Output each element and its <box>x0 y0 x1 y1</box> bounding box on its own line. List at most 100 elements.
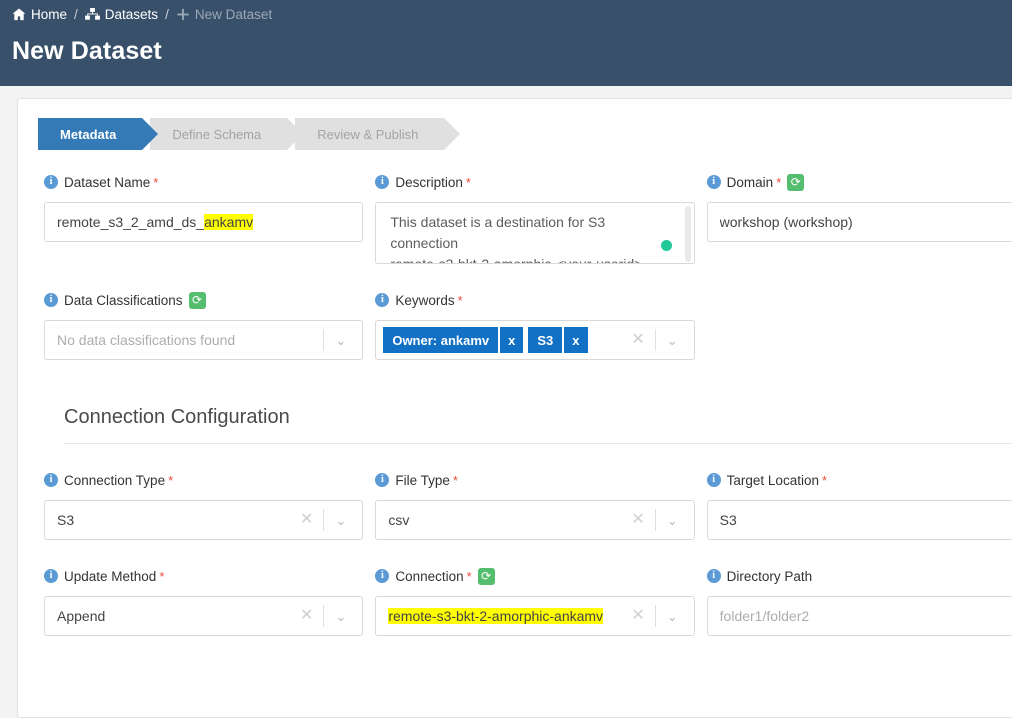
data-classifications-select[interactable]: No data classifications found ⌄ <box>44 320 364 360</box>
info-icon[interactable]: i <box>706 473 721 487</box>
directory-path-placeholder: folder1/folder2 <box>719 608 810 624</box>
label-text-keywords: Keywords <box>395 292 455 308</box>
label-text-dataset-name: Dataset Name <box>64 174 151 190</box>
plus-icon <box>176 8 190 21</box>
remove-keyword-icon[interactable]: x <box>564 327 588 353</box>
label-connection: i Connection * ⟳ <box>375 566 694 586</box>
form-row-3: i Connection Type * S3 ✕ ⌄ i File Type * <box>44 470 1012 540</box>
datasets-icon <box>84 8 100 21</box>
description-line-1: This dataset is a destination for S3 con… <box>390 214 606 251</box>
domain-select[interactable]: workshop (workshop) <box>706 202 1012 242</box>
field-description: i Description * This dataset is a destin… <box>375 172 695 264</box>
field-connection-type: i Connection Type * S3 ✕ ⌄ <box>44 470 364 540</box>
info-icon[interactable]: i <box>375 473 390 487</box>
required-marker: * <box>466 568 472 584</box>
info-icon[interactable]: i <box>44 473 58 487</box>
remove-keyword-icon[interactable]: x <box>500 327 524 353</box>
info-icon[interactable]: i <box>375 293 390 307</box>
info-icon[interactable]: i <box>375 569 390 583</box>
file-type-value: csv <box>388 512 410 528</box>
field-spacer <box>707 290 1012 360</box>
page-title: New Dataset <box>12 37 162 65</box>
form-row-2: i Data Classifications ⟳ No data classif… <box>44 290 1012 360</box>
label-domain: i Domain * ⟳ <box>706 172 1012 192</box>
step-review-publish[interactable]: Review & Publish <box>295 118 461 150</box>
description-textarea[interactable]: This dataset is a destination for S3 con… <box>375 202 695 264</box>
breadcrumb-label-datasets: Datasets <box>104 7 159 22</box>
keywords-multiselect[interactable]: Owner: ankamv x S3 x ✕ ⌄ <box>375 320 695 360</box>
breadcrumb-label-home: Home <box>31 7 68 22</box>
keyword-tag: Owner: ankamv x <box>383 327 524 353</box>
clear-icon[interactable]: ✕ <box>292 608 321 624</box>
chevron-down-icon[interactable]: ⌄ <box>326 334 352 347</box>
app-header: Home / Datasets / New Dataset New Datase… <box>0 0 1012 86</box>
description-scrollbar[interactable] <box>684 206 691 262</box>
refresh-icon[interactable]: ⟳ <box>787 173 805 191</box>
field-file-type: i File Type * csv ✕ ⌄ <box>375 470 695 540</box>
field-directory-path: i Directory Path folder1/folder2 <box>706 566 1012 636</box>
label-update-method: i Update Method * <box>44 566 363 586</box>
clear-icon[interactable]: ✕ <box>292 512 321 528</box>
chevron-down-icon[interactable]: ⌄ <box>326 610 352 623</box>
clear-icon[interactable]: ✕ <box>623 512 652 528</box>
required-marker: * <box>153 174 159 190</box>
label-text-data-classifications: Data Classifications <box>64 292 183 308</box>
info-icon[interactable]: i <box>706 569 721 583</box>
control-divider <box>323 509 325 531</box>
control-divider <box>323 329 325 351</box>
info-icon[interactable]: i <box>44 569 58 583</box>
field-data-classifications: i Data Classifications ⟳ No data classif… <box>44 290 364 360</box>
keyword-tag-label: S3 <box>528 327 563 353</box>
chevron-down-icon[interactable]: ⌄ <box>326 514 352 527</box>
label-description: i Description * <box>375 172 694 192</box>
refresh-icon[interactable]: ⟳ <box>188 291 206 309</box>
chevron-down-icon[interactable]: ⌄ <box>658 334 684 347</box>
field-domain: i Domain * ⟳ workshop (workshop) <box>706 172 1012 264</box>
control-divider <box>323 605 325 627</box>
step-label-review-publish: Review & Publish <box>317 126 419 142</box>
connection-value: remote-s3-bkt-2-amorphic-ankamv <box>388 608 623 624</box>
label-text-target-location: Target Location <box>726 472 819 488</box>
breadcrumb: Home / Datasets / New Dataset <box>12 0 1000 26</box>
control-divider <box>654 605 656 627</box>
control-divider <box>654 329 656 351</box>
dataset-name-value: remote_s3_2_amd_ds_ankamv <box>57 214 352 230</box>
step-define-schema[interactable]: Define Schema <box>150 118 304 150</box>
step-metadata[interactable]: Metadata <box>38 118 159 150</box>
label-connection-type: i Connection Type * <box>44 470 363 490</box>
wizard-stepper: Metadata Define Schema Review & Publish <box>38 118 1012 150</box>
clear-icon[interactable]: ✕ <box>623 608 652 624</box>
info-icon[interactable]: i <box>375 175 390 189</box>
chevron-down-icon[interactable]: ⌄ <box>658 514 684 527</box>
breadcrumb-item-home[interactable]: Home <box>12 7 67 22</box>
required-marker: * <box>821 472 828 488</box>
dataset-name-input[interactable]: remote_s3_2_amd_ds_ankamv <box>44 202 364 242</box>
connection-configuration-section: Connection Configuration <box>64 406 1012 444</box>
label-text-directory-path: Directory Path <box>726 568 813 584</box>
keyword-tag-label: Owner: ankamv <box>383 327 499 353</box>
refresh-icon[interactable]: ⟳ <box>477 567 495 585</box>
field-update-method: i Update Method * Append ✕ ⌄ <box>44 566 364 636</box>
breadcrumb-item-new-dataset: New Dataset <box>176 7 272 22</box>
step-label-metadata: Metadata <box>60 126 117 142</box>
directory-path-input[interactable]: folder1/folder2 <box>706 596 1012 636</box>
data-classifications-value: No data classifications found <box>57 332 236 348</box>
file-type-select[interactable]: csv ✕ ⌄ <box>375 500 695 540</box>
info-icon[interactable]: i <box>44 175 58 189</box>
connection-type-select[interactable]: S3 ✕ ⌄ <box>44 500 364 540</box>
clear-icon[interactable]: ✕ <box>623 332 652 348</box>
connection-select[interactable]: remote-s3-bkt-2-amorphic-ankamv ✕ ⌄ <box>375 596 695 636</box>
info-icon[interactable]: i <box>44 293 58 307</box>
update-method-select[interactable]: Append ✕ ⌄ <box>44 596 364 636</box>
form-row-1: i Dataset Name * remote_s3_2_amd_ds_anka… <box>44 172 1012 264</box>
target-location-input[interactable]: S3 <box>706 500 1012 540</box>
label-target-location: i Target Location * <box>706 470 1012 490</box>
info-icon[interactable]: i <box>706 175 721 189</box>
label-text-domain: Domain <box>726 174 774 190</box>
chevron-down-icon[interactable]: ⌄ <box>658 610 684 623</box>
field-target-location: i Target Location * S3 <box>706 470 1012 540</box>
breadcrumb-separator-1: / <box>74 7 78 22</box>
required-marker: * <box>168 472 174 488</box>
field-connection: i Connection * ⟳ remote-s3-bkt-2-amorphi… <box>375 566 695 636</box>
breadcrumb-item-datasets[interactable]: Datasets <box>84 7 159 22</box>
